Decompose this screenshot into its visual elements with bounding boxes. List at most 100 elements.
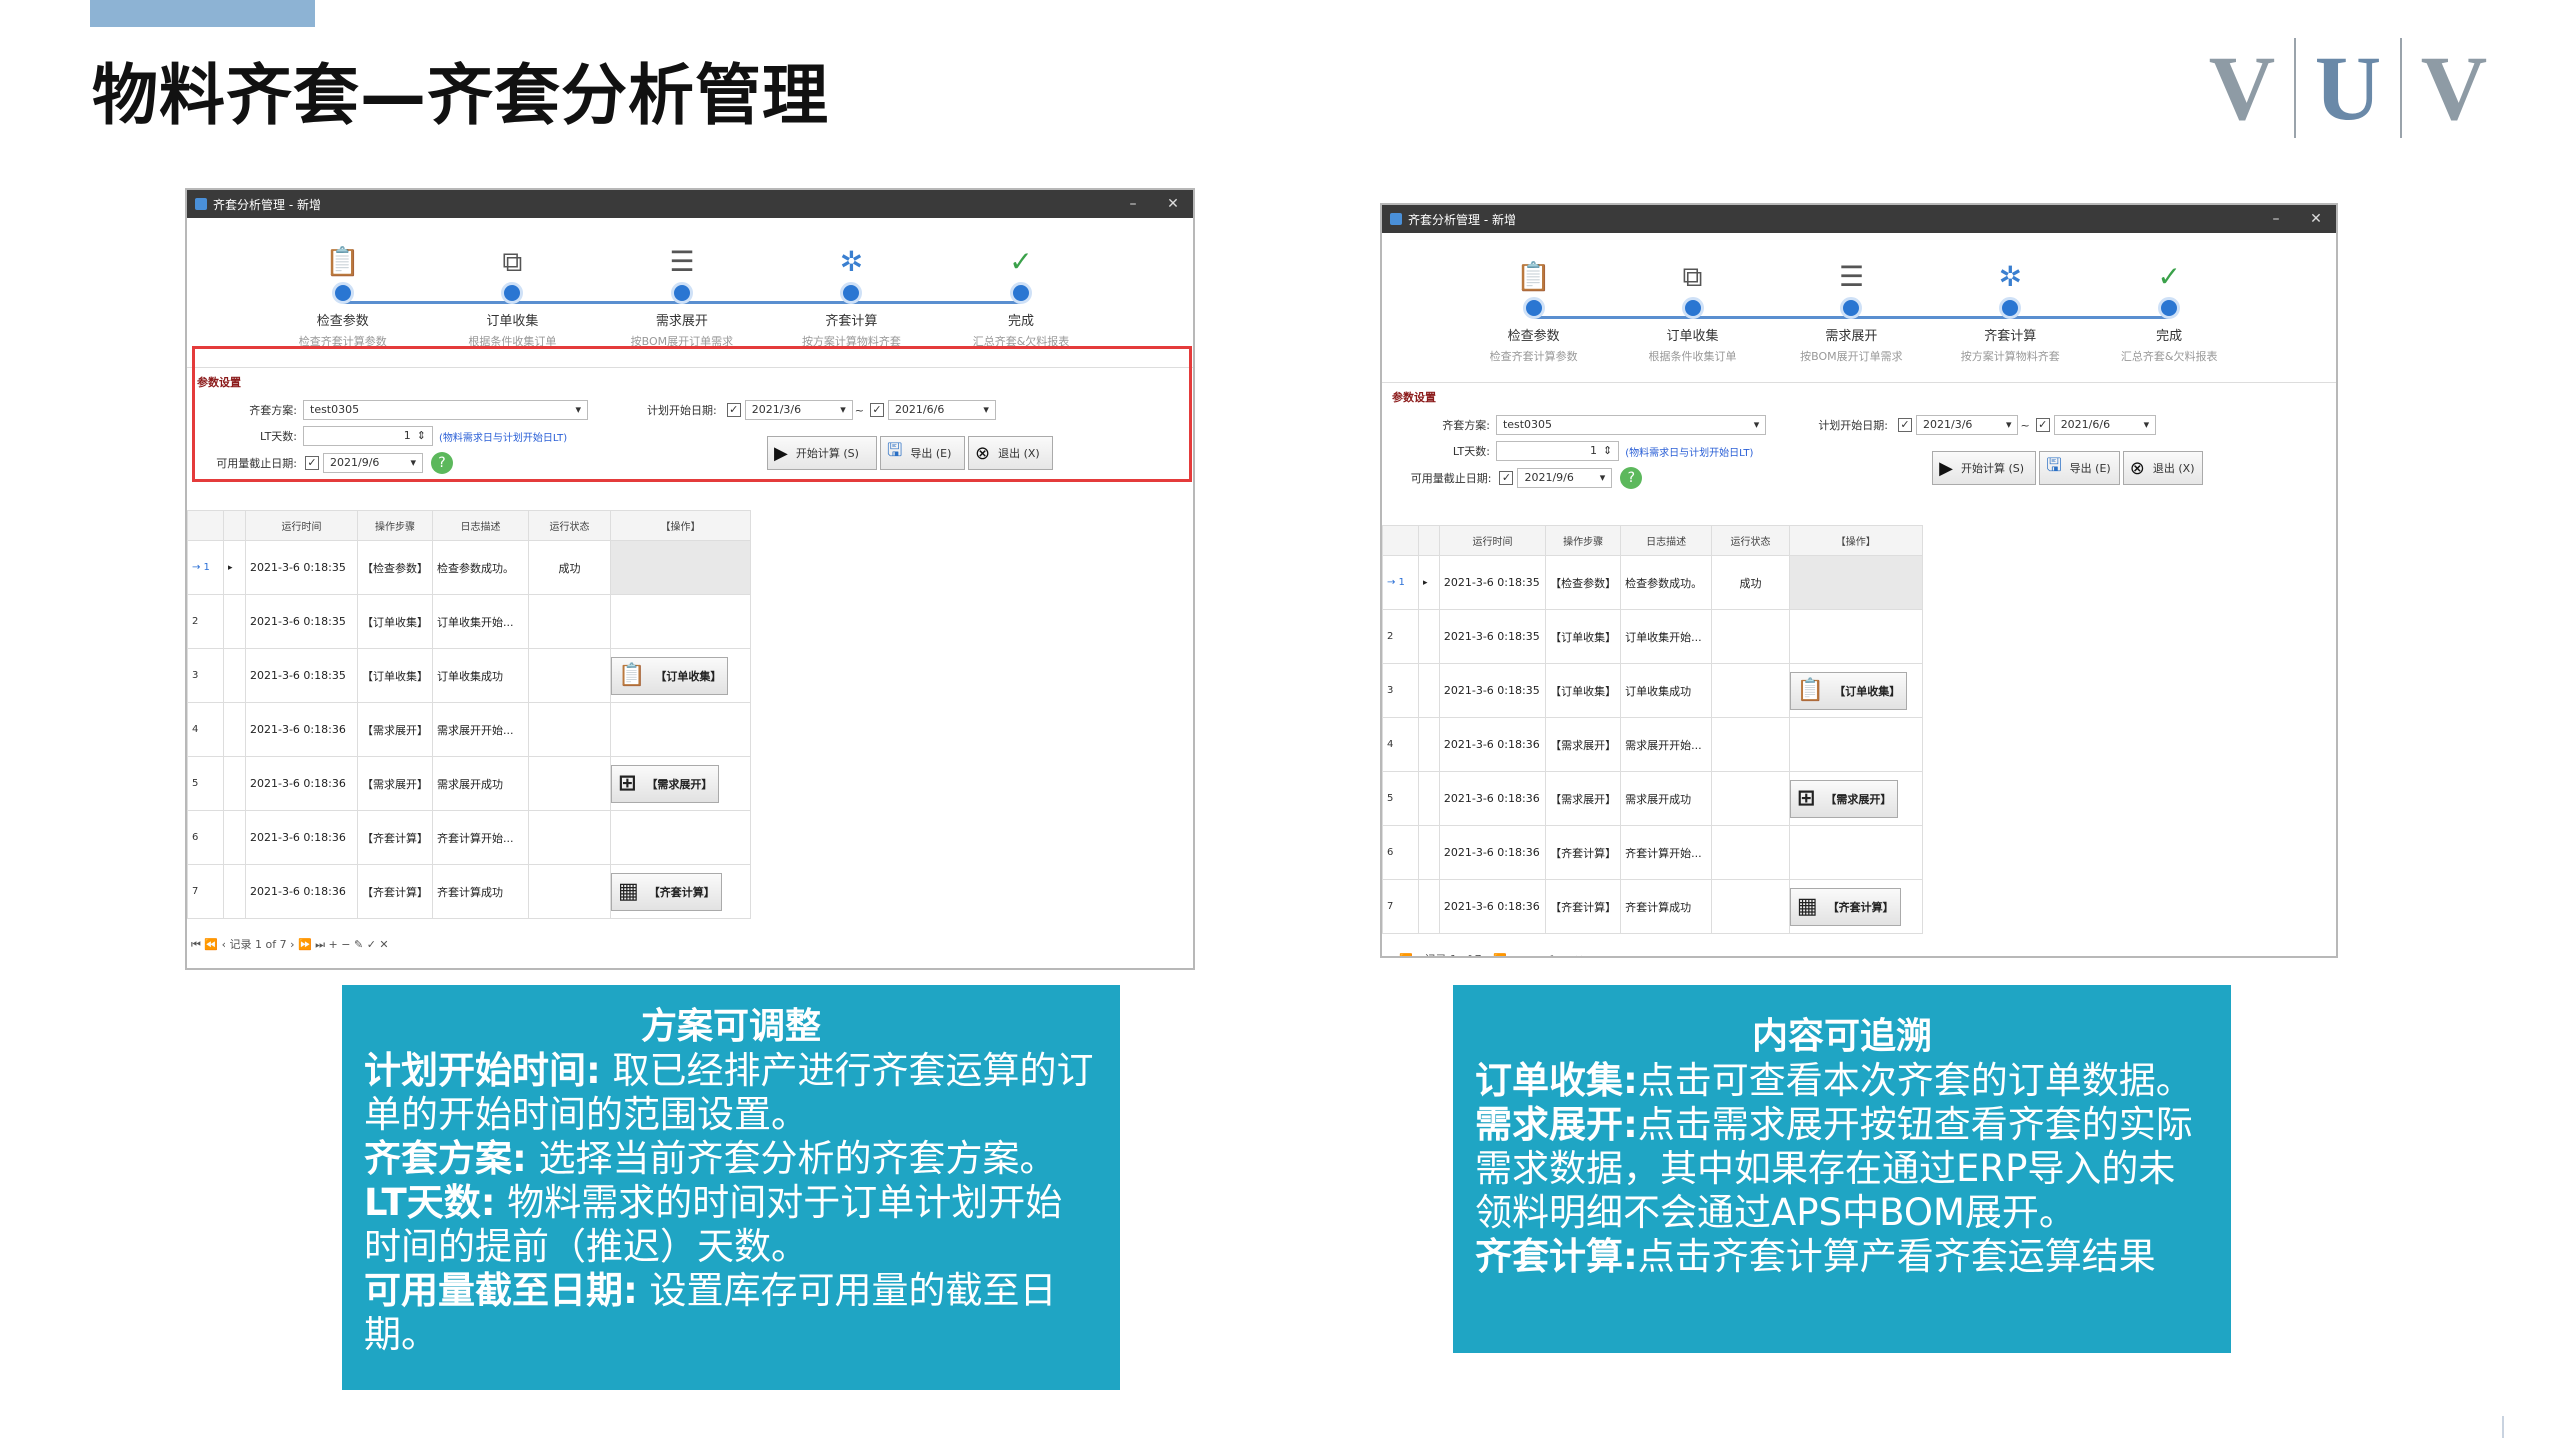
grid-header-cell[interactable]: 【操作】 [610, 510, 751, 541]
action-button[interactable]: ▦ 【齐套计算】 [611, 872, 722, 911]
row-expander[interactable] [223, 648, 246, 703]
wizard-step[interactable]: ✲ 齐套计算 按方案计算物料齐套 [1935, 259, 2085, 364]
cell-time: 2021-3-6 0:18:36 [245, 864, 358, 919]
close-button[interactable]: ✕ [1153, 196, 1193, 212]
cell-status: 成功 [528, 540, 611, 595]
row-expander[interactable]: ▸ [1418, 555, 1440, 610]
grid-header-cell[interactable]: 运行时间 [245, 510, 358, 541]
wizard-step[interactable]: ☰ 需求展开 按BOM展开订单需求 [607, 244, 757, 349]
cell-desc: 需求展开开始... [432, 702, 529, 757]
action-icon: ⊞ [1796, 786, 1816, 811]
wizard-step[interactable]: 📋 检查参数 检查齐套计算参数 [1459, 259, 1609, 364]
step-name: 订单收集 [486, 314, 539, 329]
row-expander[interactable] [223, 756, 246, 811]
cell-desc: 订单收集成功 [432, 648, 529, 703]
action-button[interactable]: 📋 【订单收集】 [611, 656, 729, 695]
grid-header-cell[interactable]: 日志描述 [1620, 525, 1713, 556]
row-expander[interactable] [1418, 825, 1440, 880]
cell-status [1711, 825, 1790, 880]
cell-status [1711, 663, 1790, 718]
plan-to-date[interactable]: 2021/6/6 ▾ [2053, 415, 2157, 435]
exit-button[interactable]: ⊗ 退出 (X) [2122, 451, 2204, 485]
record-navigator[interactable]: ⏮ ⏪ ‹ 记录 1 of 7 › ⏩ ⏭ + − ✎ ✓ ✕ [191, 936, 389, 952]
table-row[interactable]: 7 2021-3-6 0:18:36 【齐套计算】 齐套计算成功 ▦ 【齐套计算】 [187, 864, 751, 919]
row-expander[interactable] [223, 810, 246, 865]
row-expander[interactable] [1418, 879, 1440, 934]
table-row[interactable]: 3 2021-3-6 0:18:35 【订单收集】 订单收集成功 📋 【订单收集】 [1382, 663, 1923, 718]
row-expander[interactable] [1418, 609, 1440, 664]
wizard-step[interactable]: ⧉ 订单收集 根据条件收集订单 [437, 244, 587, 349]
close-button[interactable]: ✕ [2296, 211, 2336, 227]
wizard-step[interactable]: ✓ 完成 汇总齐套&欠料报表 [2094, 259, 2244, 364]
table-row[interactable]: 4 2021-3-6 0:18:36 【需求展开】 需求展开开始... [1382, 717, 1923, 772]
grid-header-cell[interactable]: 操作步骤 [1545, 525, 1622, 556]
export-button[interactable]: 🖫 导出 (E) [2039, 451, 2120, 485]
cell-time: 2021-3-6 0:18:35 [245, 540, 358, 595]
action-button[interactable]: ⊞ 【需求展开】 [1789, 779, 1899, 818]
row-number: 7 [1382, 879, 1419, 934]
table-row[interactable]: 5 2021-3-6 0:18:36 【需求展开】 需求展开成功 ⊞ 【需求展开】 [187, 756, 751, 811]
callout-item-demand-expand: 需求展开:点击需求展开按钮查看齐套的实际需求数据，其中如果存在通过ERP导入的未… [1475, 1103, 2193, 1234]
grid-header-cell[interactable]: 运行状态 [528, 510, 611, 541]
table-row[interactable]: → 1 ▸ 2021-3-6 0:18:35 【检查参数】 检查参数成功。 成功 [1382, 555, 1923, 610]
row-expander[interactable] [1418, 771, 1440, 826]
scheme-row: 齐套方案: test0305 ▾ [1420, 415, 1767, 435]
plan-from-checkbox[interactable]: ✓ [1898, 418, 1913, 432]
row-number: 4 [1382, 717, 1419, 772]
wizard-step[interactable]: ⧉ 订单收集 根据条件收集订单 [1618, 259, 1768, 364]
grid-header-cell[interactable]: 运行时间 [1438, 525, 1547, 556]
scheme-label: 齐套方案: [1442, 419, 1490, 432]
step-desc: 根据条件收集订单 [1648, 350, 1737, 363]
grid-header-cell[interactable]: 运行状态 [1711, 525, 1790, 556]
row-expander[interactable] [223, 702, 246, 757]
table-row[interactable]: 5 2021-3-6 0:18:36 【需求展开】 需求展开成功 ⊞ 【需求展开】 [1382, 771, 1923, 826]
table-row[interactable]: 4 2021-3-6 0:18:36 【需求展开】 需求展开开始... [187, 702, 751, 757]
step-dot [2158, 297, 2181, 319]
cell-step: 【齐套计算】 [1545, 825, 1622, 880]
cell-action [1788, 555, 1923, 610]
table-row[interactable]: 6 2021-3-6 0:18:36 【齐套计算】 齐套计算开始... [187, 810, 751, 865]
play-icon: ▶ [1939, 457, 1953, 479]
cell-desc: 需求展开开始... [1620, 717, 1713, 772]
lt-days-stepper[interactable]: 1 ⇕ [1495, 441, 1620, 461]
grid-header-cell[interactable]: 操作步骤 [357, 510, 433, 541]
minimize-button[interactable]: – [2256, 211, 2296, 227]
plan-from-date[interactable]: 2021/3/6 ▾ [1916, 415, 2019, 435]
plan-to-checkbox[interactable]: ✓ [2035, 418, 2050, 432]
table-row[interactable]: 2 2021-3-6 0:18:35 【订单收集】 订单收集开始... [1382, 609, 1923, 664]
cell-desc: 齐套计算成功 [432, 864, 529, 919]
start-calc-button[interactable]: ▶ 开始计算 (S) [1932, 451, 2037, 485]
row-expander[interactable] [223, 864, 246, 919]
table-row[interactable]: 2 2021-3-6 0:18:35 【订单收集】 订单收集开始... [187, 594, 751, 649]
row-expander[interactable] [1418, 663, 1440, 718]
plan-row: 计划开始日期: ✓ 2021/3/6 ▾ ~ ✓ 2021/6/6 ▾ [1818, 415, 2157, 435]
row-expander[interactable]: ▸ [223, 540, 246, 595]
table-row[interactable]: 6 2021-3-6 0:18:36 【齐套计算】 齐套计算开始... [1382, 825, 1923, 880]
scheme-select[interactable]: test0305 ▾ [1495, 415, 1767, 435]
cell-step: 【需求展开】 [357, 702, 433, 757]
log-grid: 运行时间 操作步骤 日志描述 运行状态 【操作】 → 1 ▸ 2021-3-6 0:18:35… [187, 510, 751, 919]
action-button[interactable]: ▦ 【齐套计算】 [1789, 887, 1901, 926]
action-button[interactable]: 📋 【订单收集】 [1789, 671, 1908, 710]
row-expander[interactable] [223, 594, 246, 649]
row-expander[interactable] [1418, 717, 1440, 772]
table-row[interactable]: → 1 ▸ 2021-3-6 0:18:35 【检查参数】 检查参数成功。 成功 [187, 540, 751, 595]
window-title: 齐套分析管理 - 新增 [1408, 212, 1516, 227]
minimize-button[interactable]: – [1113, 196, 1153, 212]
action-icon: ▦ [618, 879, 639, 904]
avail-date-picker[interactable]: 2021/9/6 ▾ [1517, 468, 1613, 488]
record-navigator[interactable]: ⏮ ⏪ ‹ 记录 1 of 7 › ⏩ ⏭ + − ✎ ✓ ✕ [1386, 951, 1584, 956]
wizard-step[interactable]: ✲ 齐套计算 按方案计算物料齐套 [776, 244, 926, 349]
grid-header-cell[interactable]: 【操作】 [1788, 525, 1923, 556]
grid-header-cell[interactable]: 日志描述 [432, 510, 529, 541]
avail-checkbox[interactable]: ✓ [1499, 471, 1514, 485]
wizard-step[interactable]: 📋 检查参数 检查齐套计算参数 [268, 244, 418, 349]
loading-icon: ✲ [1998, 260, 2023, 293]
action-button[interactable]: ⊞ 【需求展开】 [611, 764, 720, 803]
wizard-step[interactable]: ☰ 需求展开 按BOM展开订单需求 [1776, 259, 1926, 364]
table-row[interactable]: 3 2021-3-6 0:18:35 【订单收集】 订单收集成功 📋 【订单收集】 [187, 648, 751, 703]
help-icon[interactable]: ? [1620, 467, 1643, 489]
cell-action [610, 810, 751, 865]
wizard-step[interactable]: ✓ 完成 汇总齐套&欠料报表 [946, 244, 1096, 349]
table-row[interactable]: 7 2021-3-6 0:18:36 【齐套计算】 齐套计算成功 ▦ 【齐套计算】 [1382, 879, 1923, 934]
